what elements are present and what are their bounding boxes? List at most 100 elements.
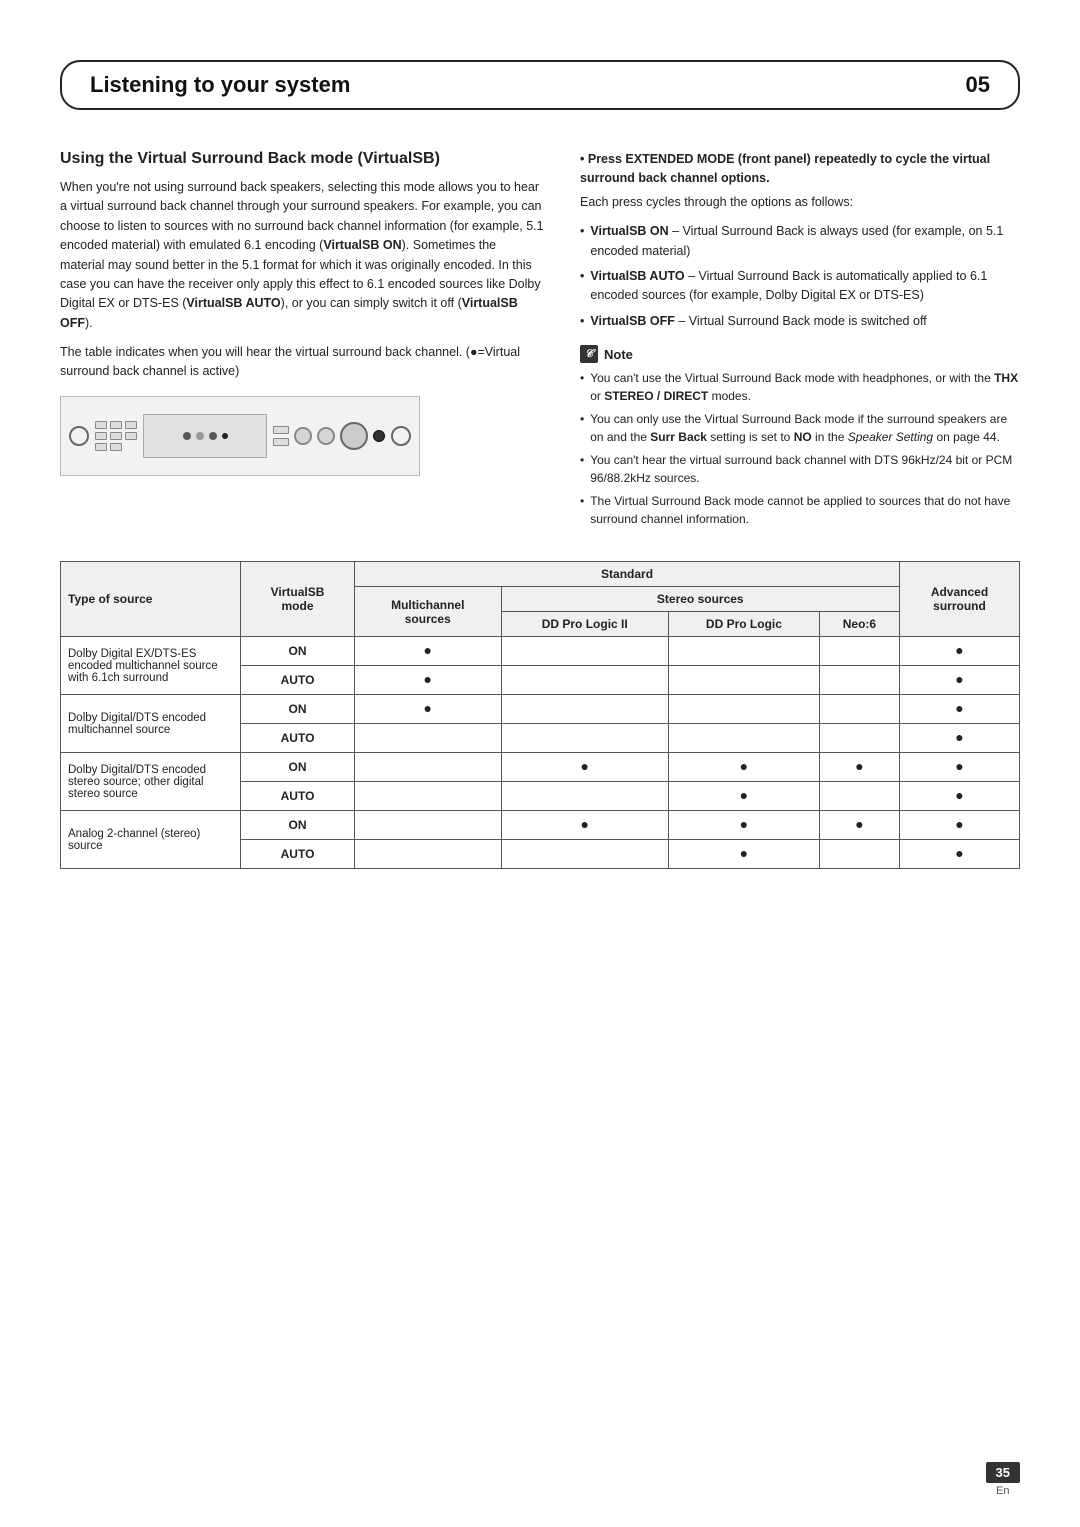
page: Listening to your system 05 Using the Vi… (0, 0, 1080, 1527)
adv-on-2 (900, 695, 1020, 724)
adv-on-1 (900, 637, 1020, 666)
mc-on-4 (355, 811, 501, 840)
small-knob-icon (294, 427, 312, 445)
rec-btn-3 (125, 421, 137, 429)
neo-on-2 (819, 695, 899, 724)
header-bar: Listening to your system 05 (60, 60, 1020, 110)
th-vsb-mode: VirtualSBmode (241, 562, 355, 637)
mc-on-3 (355, 753, 501, 782)
note-item-4: • The Virtual Surround Back mode cannot … (580, 492, 1020, 528)
mode-on-2: ON (241, 695, 355, 724)
pl-auto-2 (668, 724, 819, 753)
pl-on-4 (668, 811, 819, 840)
right-column: • Press EXTENDED MODE (front panel) repe… (580, 150, 1020, 533)
pl-on-2 (668, 695, 819, 724)
mc-on-2 (355, 695, 501, 724)
neo-auto-4 (819, 840, 899, 869)
chapter-number: 05 (966, 72, 990, 98)
th-advanced-surround: Advancedsurround (900, 562, 1020, 637)
th-standard: Standard (355, 562, 900, 587)
th-pro-logic: DD Pro Logic (668, 612, 819, 637)
source-type-3: Dolby Digital/DTS encoded stereo source;… (61, 753, 241, 811)
th-neo6: Neo:6 (819, 612, 899, 637)
mode-on-1: ON (241, 637, 355, 666)
standby-button-icon (391, 426, 411, 446)
adv-on-3 (900, 753, 1020, 782)
pl2-on-1 (501, 637, 668, 666)
note-title: 𝒞 Note (580, 345, 1020, 363)
pl2-auto-1 (501, 666, 668, 695)
power-button-icon (69, 426, 89, 446)
intro-paragraph: When you're not using surround back spea… (60, 178, 544, 333)
table-section: Type of source VirtualSBmode Standard Ad… (60, 561, 1020, 869)
note-box: 𝒞 Note • You can't use the Virtual Surro… (580, 345, 1020, 528)
rec-btn-1 (95, 421, 107, 429)
pl2-on-3 (501, 753, 668, 782)
note-item-3: • You can't hear the virtual surround ba… (580, 451, 1020, 487)
page-title: Listening to your system (90, 72, 350, 98)
note-list: • You can't use the Virtual Surround Bac… (580, 369, 1020, 528)
note-item-1: • You can't use the Virtual Surround Bac… (580, 369, 1020, 405)
pl-on-1 (668, 637, 819, 666)
note-label: Note (604, 347, 633, 362)
second-paragraph: The table indicates when you will hear t… (60, 343, 544, 382)
th-type-of-source: Type of source (61, 562, 241, 637)
receiver-panel-image (60, 396, 420, 476)
th-stereo-sources: Stereo sources (501, 587, 900, 612)
rec-btn-4 (95, 432, 107, 440)
mc-auto-2 (355, 724, 501, 753)
pl-auto-3 (668, 782, 819, 811)
page-number: 35 (986, 1462, 1020, 1483)
press-instruction: • Press EXTENDED MODE (front panel) repe… (580, 150, 1020, 189)
table-row: Analog 2-channel (stereo) source ON (61, 811, 1020, 840)
pl2-auto-4 (501, 840, 668, 869)
pl-auto-4 (668, 840, 819, 869)
mc-on-1 (355, 637, 501, 666)
adv-auto-1 (900, 666, 1020, 695)
table-row: Dolby Digital/DTS encoded multichannel s… (61, 695, 1020, 724)
mode-auto-1: AUTO (241, 666, 355, 695)
mode-auto-3: AUTO (241, 782, 355, 811)
adv-auto-2 (900, 724, 1020, 753)
pl2-auto-2 (501, 724, 668, 753)
neo-auto-3 (819, 782, 899, 811)
receiver-buttons (95, 421, 137, 451)
adv-auto-3 (900, 782, 1020, 811)
mc-auto-3 (355, 782, 501, 811)
pl2-on-2 (501, 695, 668, 724)
vsb-table: Type of source VirtualSBmode Standard Ad… (60, 561, 1020, 869)
bullet-vsb-auto: • VirtualSB AUTO – Virtual Surround Back… (580, 267, 1020, 306)
receiver-right-controls (273, 422, 385, 450)
pl-auto-1 (668, 666, 819, 695)
note-icon: 𝒞 (580, 345, 598, 363)
pl2-auto-3 (501, 782, 668, 811)
press-sub: Each press cycles through the options as… (580, 193, 1020, 212)
neo-on-4 (819, 811, 899, 840)
rec-btn-7 (95, 443, 107, 451)
neo-on-3 (819, 753, 899, 782)
rec-btn-8 (110, 443, 122, 451)
rec-btn-2 (110, 421, 122, 429)
neo-auto-1 (819, 666, 899, 695)
pl2-on-4 (501, 811, 668, 840)
source-type-2: Dolby Digital/DTS encoded multichannel s… (61, 695, 241, 753)
pl-on-3 (668, 753, 819, 782)
small-knob2-icon (317, 427, 335, 445)
table-row: Dolby Digital EX/DTS-ES encoded multicha… (61, 637, 1020, 666)
rec-btn-5 (110, 432, 122, 440)
adv-auto-4 (900, 840, 1020, 869)
mode-auto-2: AUTO (241, 724, 355, 753)
main-knob-icon (340, 422, 368, 450)
neo-on-1 (819, 637, 899, 666)
th-pro-logic-2: DD Pro Logic II (501, 612, 668, 637)
table-row: Dolby Digital/DTS encoded stereo source;… (61, 753, 1020, 782)
th-multichannel: Multichannelsources (355, 587, 501, 637)
mc-auto-1 (355, 666, 501, 695)
page-number-box: 35 En (986, 1462, 1020, 1497)
neo-auto-2 (819, 724, 899, 753)
mc-auto-4 (355, 840, 501, 869)
source-type-1: Dolby Digital EX/DTS-ES encoded multicha… (61, 637, 241, 695)
main-content: Using the Virtual Surround Back mode (Vi… (60, 150, 1020, 533)
mode-on-4: ON (241, 811, 355, 840)
receiver-display (143, 414, 267, 458)
